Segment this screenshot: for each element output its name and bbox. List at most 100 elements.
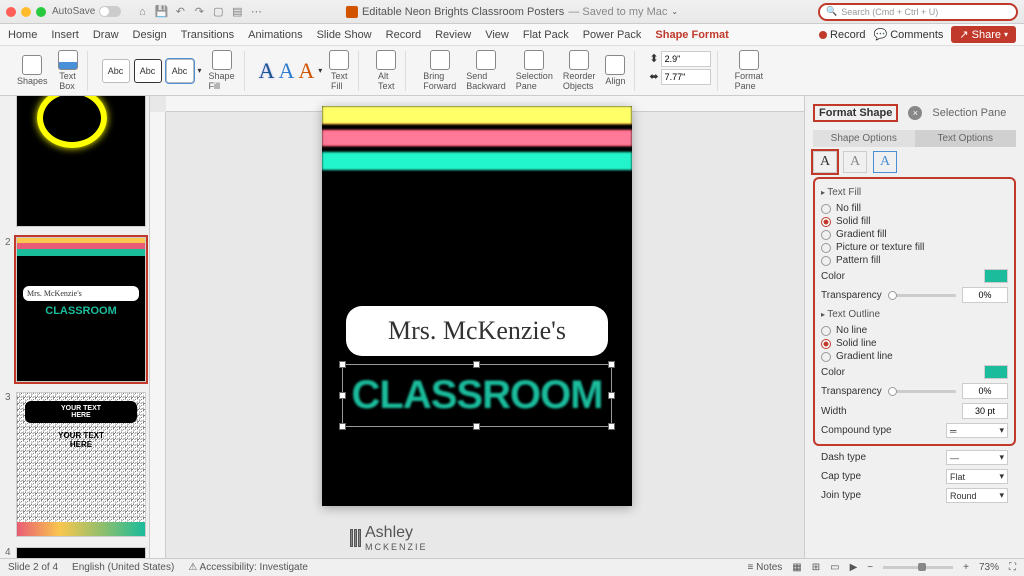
radio-nofill[interactable]: No fill	[821, 202, 1008, 215]
tab-view[interactable]: View	[485, 29, 509, 41]
resize-handle[interactable]	[608, 361, 615, 368]
resize-handle[interactable]	[608, 392, 615, 399]
shape-style-2[interactable]: Abc	[134, 59, 162, 83]
close-window-icon[interactable]	[6, 7, 16, 17]
search-input[interactable]: 🔍 Search (Cmd + Ctrl + U)	[818, 3, 1018, 21]
resize-handle[interactable]	[608, 423, 615, 430]
textoutline-header[interactable]: Text Outline	[821, 309, 1008, 320]
tab-insert[interactable]: Insert	[51, 29, 79, 41]
textbox-button[interactable]: Text Box	[55, 50, 81, 91]
radio-patternfill[interactable]: Pattern fill	[821, 254, 1008, 267]
tab-shape-options[interactable]: Shape Options	[813, 130, 915, 147]
autosave-toggle[interactable]: AutoSave	[52, 6, 121, 17]
transparency-slider[interactable]	[888, 294, 956, 297]
chevron-down-icon[interactable]: ⌄	[671, 7, 678, 16]
accessibility-status[interactable]: ⚠ Accessibility: Investigate	[188, 562, 308, 573]
tab-powerpack[interactable]: Power Pack	[583, 29, 642, 41]
document-title[interactable]: Editable Neon Brights Classroom Posters …	[346, 6, 678, 18]
comments-button[interactable]: 💬Comments	[874, 28, 944, 41]
chevron-down-icon[interactable]: ▾	[198, 66, 202, 75]
view-normal-icon[interactable]: ▦	[792, 562, 801, 573]
thumbnail-1[interactable]	[6, 96, 143, 227]
textfill-button[interactable]: Text Fill	[326, 50, 352, 91]
shape-style-3[interactable]: Abc	[166, 59, 194, 83]
tab-text-options[interactable]: Text Options	[915, 130, 1017, 147]
close-icon[interactable]: ×	[908, 106, 922, 120]
wordart-style-1[interactable]: A	[259, 58, 275, 84]
width-input[interactable]	[661, 69, 711, 85]
sendbackward-button[interactable]: Send Backward	[463, 50, 509, 91]
outline-transparency-input[interactable]	[962, 383, 1008, 399]
tab-review[interactable]: Review	[435, 29, 471, 41]
reorder-button[interactable]: Reorder Objects	[560, 50, 599, 91]
qat-icon[interactable]: ▤	[230, 5, 244, 19]
tab-design[interactable]: Design	[133, 29, 167, 41]
more-icon[interactable]: ⋯	[249, 5, 263, 19]
tab-record[interactable]: Record	[386, 29, 421, 41]
tab-transitions[interactable]: Transitions	[181, 29, 234, 41]
current-slide[interactable]: Mrs. McKenzie's CLASSROOM	[322, 106, 632, 506]
shapefill-button[interactable]: Shape Fill	[206, 50, 238, 91]
radio-picturefill[interactable]: Picture or texture fill	[821, 241, 1008, 254]
tab-shapeformat[interactable]: Shape Format	[655, 29, 728, 41]
qat-icon[interactable]: ▢	[211, 5, 225, 19]
notes-button[interactable]: ≡ Notes	[748, 562, 783, 573]
zoom-value[interactable]: 73%	[979, 562, 999, 573]
minimize-window-icon[interactable]	[21, 7, 31, 17]
slide-counter[interactable]: Slide 2 of 4	[8, 562, 58, 573]
textfill-header[interactable]: Text Fill	[821, 187, 1008, 198]
view-slideshow-icon[interactable]: ▶	[850, 562, 858, 573]
language-status[interactable]: English (United States)	[72, 562, 174, 573]
teacher-name-text[interactable]: Mrs. McKenzie's	[346, 306, 608, 356]
toggle-icon[interactable]	[99, 6, 121, 17]
cap-dropdown[interactable]: Flat▾	[946, 469, 1008, 484]
tab-animations[interactable]: Animations	[248, 29, 302, 41]
radio-gradientfill[interactable]: Gradient fill	[821, 228, 1008, 241]
home-icon[interactable]: ⌂	[135, 5, 149, 19]
zoom-slider[interactable]	[883, 566, 953, 569]
resize-handle[interactable]	[339, 423, 346, 430]
compound-dropdown[interactable]: ═▾	[946, 423, 1008, 438]
wordart-style-2[interactable]: A	[278, 58, 294, 84]
thumbnail-4[interactable]: 4 YOUR	[6, 547, 143, 558]
classroom-text[interactable]: CLASSROOM	[351, 373, 603, 418]
chevron-down-icon[interactable]: ▾	[318, 66, 322, 75]
selected-textbox[interactable]: CLASSROOM	[342, 364, 612, 427]
text-effects-tab[interactable]: A	[843, 151, 867, 173]
undo-icon[interactable]: ↶	[173, 5, 187, 19]
resize-handle[interactable]	[473, 423, 480, 430]
fill-color-picker[interactable]	[984, 269, 1008, 283]
radio-solidfill[interactable]: Solid fill	[821, 215, 1008, 228]
record-button[interactable]: Record	[819, 29, 865, 41]
outline-width-input[interactable]	[962, 403, 1008, 419]
fit-icon[interactable]: ⛶	[1009, 562, 1016, 573]
radio-solidline[interactable]: Solid line	[821, 337, 1008, 350]
share-button[interactable]: ↗Share▾	[951, 26, 1016, 43]
view-sorter-icon[interactable]: ⊞	[812, 562, 820, 573]
zoom-out-icon[interactable]: −	[867, 562, 873, 573]
resize-handle[interactable]	[339, 392, 346, 399]
tab-slideshow[interactable]: Slide Show	[317, 29, 372, 41]
slide-canvas[interactable]: Mrs. McKenzie's CLASSROOM Ashley MCKE	[150, 96, 804, 558]
zoom-in-icon[interactable]: +	[963, 562, 969, 573]
alttext-button[interactable]: Alt Text	[373, 50, 399, 91]
tab-draw[interactable]: Draw	[93, 29, 119, 41]
radio-gradientline[interactable]: Gradient line	[821, 350, 1008, 363]
slide-thumbnails[interactable]: 2 Mrs. McKenzie's CLASSROOM 3 YOUR TEXT …	[0, 96, 150, 558]
shapes-button[interactable]: Shapes	[14, 55, 51, 86]
resize-handle[interactable]	[339, 361, 346, 368]
selectionpane-button[interactable]: Selection Pane	[513, 50, 556, 91]
wordart-style-3[interactable]: A	[298, 58, 314, 84]
text-fill-outline-tab[interactable]: A	[813, 151, 837, 173]
textbox-tab[interactable]: A	[873, 151, 897, 173]
tab-flatpack[interactable]: Flat Pack	[523, 29, 569, 41]
height-input[interactable]	[661, 51, 711, 67]
maximize-window-icon[interactable]	[36, 7, 46, 17]
thumbnail-3[interactable]: 3 YOUR TEXT HERE YOUR TEXT HERE	[6, 392, 143, 537]
formatpane-button[interactable]: Format Pane	[732, 50, 767, 91]
join-dropdown[interactable]: Round▾	[946, 488, 1008, 503]
redo-icon[interactable]: ↷	[192, 5, 206, 19]
radio-noline[interactable]: No line	[821, 324, 1008, 337]
outline-transparency-slider[interactable]	[888, 390, 956, 393]
resize-handle[interactable]	[473, 361, 480, 368]
